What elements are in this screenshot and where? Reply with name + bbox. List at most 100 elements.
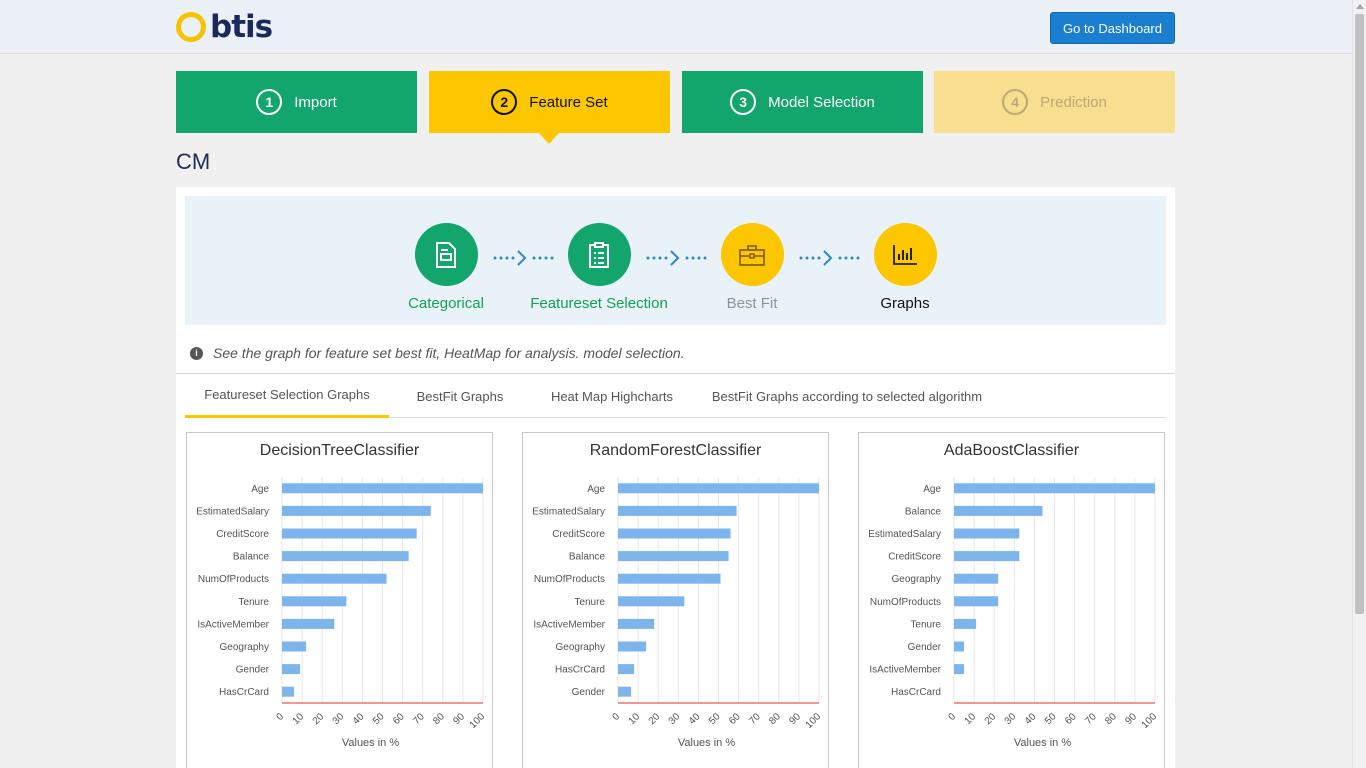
y-tick-label: IsActiveMember <box>533 619 605 630</box>
y-tick-label: IsActiveMember <box>197 619 269 630</box>
bar[interactable] <box>282 505 431 516</box>
x-tick-label: 30 <box>667 711 683 727</box>
chart-decision-tree: DecisionTreeClassifier Age EstimatedSalary… <box>186 432 493 768</box>
x-tick-label: 90 <box>787 711 803 727</box>
bar[interactable] <box>954 551 1020 562</box>
bar[interactable] <box>954 505 1043 516</box>
info-icon: i <box>190 346 203 360</box>
chart-adaboost: AdaBoostClassifier Age Balance EstimatedSal… <box>858 432 1165 768</box>
tab-bestfit-graphs[interactable]: BestFit Graphs <box>399 374 521 418</box>
scroll-up-arrow-icon[interactable] <box>1356 4 1364 9</box>
bar[interactable] <box>618 596 685 607</box>
bar[interactable] <box>282 596 347 607</box>
bar[interactable] <box>282 686 295 697</box>
bar[interactable] <box>954 483 1155 494</box>
scroll-thumb[interactable] <box>1355 14 1364 614</box>
logo[interactable]: btis <box>176 9 273 45</box>
y-tick-label: Balance <box>233 552 270 563</box>
step-label: Model Selection <box>768 93 875 111</box>
y-tick-label: Tenure <box>910 619 941 630</box>
bar[interactable] <box>954 528 1020 539</box>
x-axis-title: Values in % <box>1014 737 1071 749</box>
bar[interactable] <box>282 664 301 675</box>
x-tick-label: 10 <box>627 711 643 727</box>
x-tick-label: 30 <box>1003 711 1019 727</box>
bar[interactable] <box>618 641 647 652</box>
x-tick-label: 20 <box>647 711 663 727</box>
tab-heat-map-highcharts[interactable]: Heat Map Highcharts <box>542 374 682 418</box>
wizard-step-label: Best Fit <box>726 295 778 312</box>
bar[interactable] <box>954 596 999 607</box>
y-tick-label: Gender <box>572 687 606 698</box>
tab-bestfit-by-algorithm[interactable]: BestFit Graphs according to selected alg… <box>703 374 991 418</box>
document-icon <box>414 223 478 286</box>
y-tick-label: EstimatedSalary <box>868 529 941 540</box>
x-tick-label: 50 <box>371 711 387 727</box>
y-tick-label: Tenure <box>574 597 605 608</box>
tab-featureset-selection-graphs[interactable]: Featureset Selection Graphs <box>185 374 389 418</box>
info-text: See the graph for feature set best fit, … <box>213 345 685 361</box>
y-tick-label: NumOfProducts <box>870 597 941 608</box>
bar[interactable] <box>282 618 335 629</box>
go-to-dashboard-button[interactable]: Go to Dashboard <box>1050 12 1175 44</box>
wizard-step-label: Categorical <box>408 295 484 312</box>
y-tick-label: NumOfProducts <box>198 574 269 585</box>
bar[interactable] <box>954 618 977 629</box>
content-panel: Categorical Featureset Selection Best Fi… <box>176 187 1175 768</box>
y-tick-label: Geography <box>892 574 941 585</box>
y-tick-label: Gender <box>236 665 270 676</box>
x-tick-label: 100 <box>468 711 488 731</box>
y-tick-label: EstimatedSalary <box>532 506 605 517</box>
x-tick-label: 50 <box>1043 711 1059 727</box>
bar[interactable] <box>618 618 655 629</box>
y-tick-label: CreditScore <box>888 552 941 563</box>
bar[interactable] <box>282 641 307 652</box>
bar[interactable] <box>618 573 721 584</box>
bar[interactable] <box>618 483 819 494</box>
step-number: 4 <box>1002 89 1029 115</box>
bar[interactable] <box>618 505 737 516</box>
bar[interactable] <box>954 573 999 584</box>
bar[interactable] <box>282 551 409 562</box>
bar[interactable] <box>618 686 632 697</box>
y-tick-label: Balance <box>569 552 606 563</box>
x-tick-label: 90 <box>451 711 467 727</box>
wizard-step-graphs[interactable]: Graphs <box>825 223 985 312</box>
y-tick-label: Age <box>251 484 269 495</box>
y-tick-label: Age <box>587 484 605 495</box>
bar[interactable] <box>618 551 729 562</box>
y-tick-label: Tenure <box>238 597 269 608</box>
step-model-selection[interactable]: 3 Model Selection <box>682 71 923 133</box>
bar-chart-icon <box>873 223 937 286</box>
bar[interactable] <box>282 528 417 539</box>
briefcase-icon <box>720 223 784 286</box>
x-tick-label: 0 <box>946 711 958 723</box>
bar[interactable] <box>954 664 965 675</box>
y-tick-label: Balance <box>905 506 942 517</box>
chart-title: AdaBoostClassifier <box>944 442 1080 459</box>
page-scrollbar[interactable] <box>1352 0 1366 768</box>
x-tick-label: 100 <box>804 711 824 731</box>
x-tick-label: 70 <box>411 711 427 727</box>
chart-title: DecisionTreeClassifier <box>260 442 420 459</box>
bar[interactable] <box>954 641 965 652</box>
step-import[interactable]: 1 Import <box>176 71 417 133</box>
checklist-icon <box>567 223 631 286</box>
y-tick-label: EstimatedSalary <box>196 506 269 517</box>
y-tick-label: HasCrCard <box>555 665 605 676</box>
x-axis-title: Values in % <box>342 737 399 749</box>
y-tick-label: HasCrCard <box>219 687 269 698</box>
y-tick-label: NumOfProducts <box>534 574 605 585</box>
step-number: 2 <box>491 89 518 115</box>
step-number: 1 <box>256 89 283 115</box>
bar[interactable] <box>618 528 731 539</box>
bar[interactable] <box>282 573 387 584</box>
step-prediction[interactable]: 4 Prediction <box>934 71 1175 133</box>
y-tick-label: CreditScore <box>552 529 605 540</box>
step-feature-set[interactable]: 2 Feature Set <box>429 71 670 133</box>
bar[interactable] <box>282 483 483 494</box>
page-title: CM <box>176 149 211 174</box>
x-tick-label: 40 <box>1023 711 1039 727</box>
bar[interactable] <box>618 664 635 675</box>
info-message: i See the graph for feature set best fit… <box>190 345 685 361</box>
